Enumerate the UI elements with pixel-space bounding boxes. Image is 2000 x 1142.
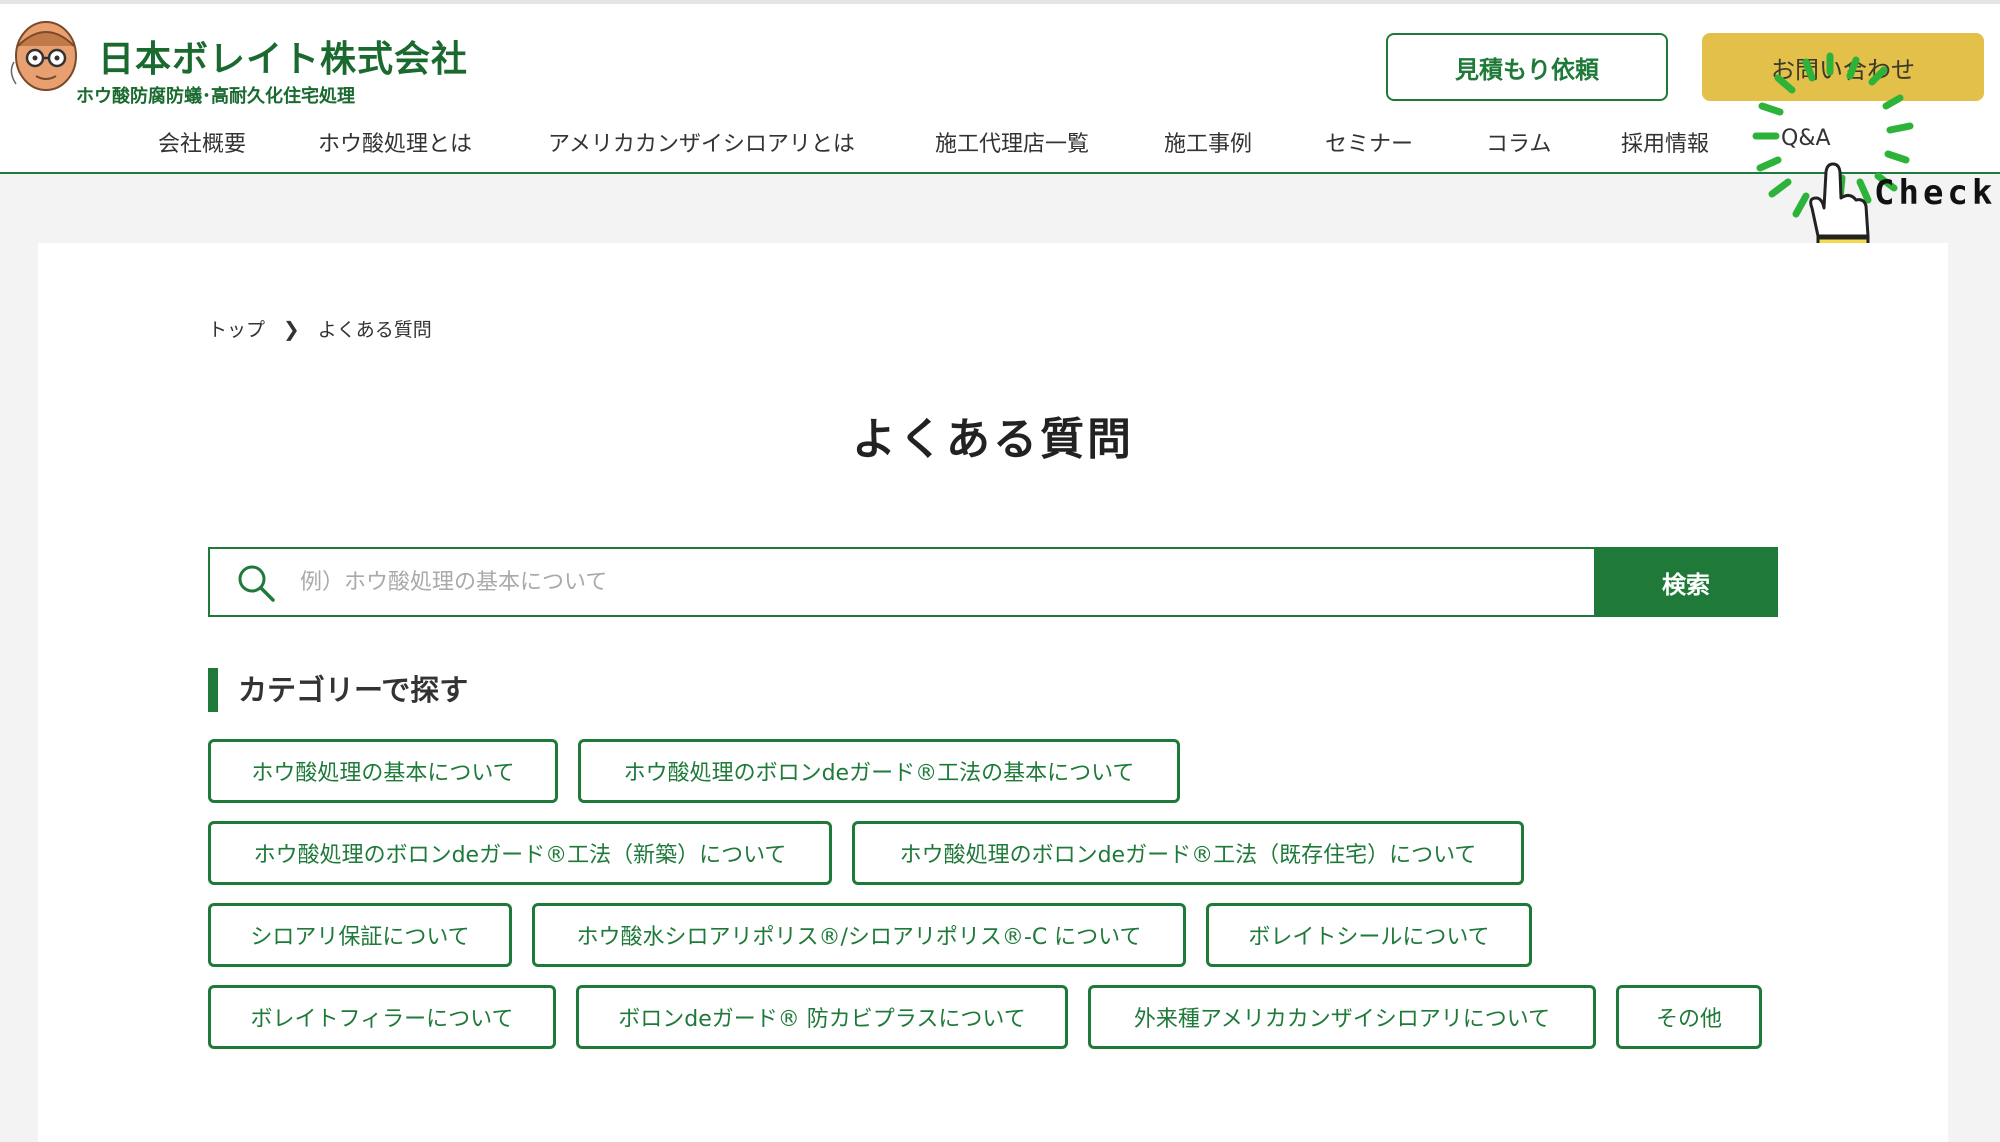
- site-header: 日本ボレイト株式会社 ホウ酸防腐防蟻･高耐久化住宅処理 見積もり依頼 お問い合わ…: [0, 4, 2000, 174]
- breadcrumb: トップ ❯ よくある質問: [208, 315, 432, 342]
- nav-item-column[interactable]: コラム: [1486, 126, 1551, 158]
- category-borate-seal[interactable]: ボレイトシールについて: [1206, 903, 1532, 967]
- category-drywood-termite[interactable]: 外来種アメリカカンザイシロアリについて: [1088, 985, 1596, 1049]
- mascot-icon: [10, 21, 77, 91]
- nav-item-cases[interactable]: 施工事例: [1164, 126, 1252, 158]
- search-input[interactable]: [300, 557, 1580, 607]
- estimate-request-button[interactable]: 見積もり依頼: [1386, 33, 1668, 101]
- nav-item-boric-acid[interactable]: ホウ酸処理とは: [318, 126, 472, 158]
- check-label: Check!: [1874, 173, 2000, 213]
- page-title: よくある質問: [852, 414, 1134, 465]
- pointer-hand-icon: [1809, 162, 1870, 238]
- category-borondeguard-new[interactable]: ホウ酸処理のボロンdeガード®工法（新築）について: [208, 821, 832, 885]
- search-icon: [238, 565, 275, 602]
- main-content: トップ ❯ よくある質問 よくある質問 検索 カテゴリーで探す ホウ酸処理の基本…: [38, 243, 1948, 1142]
- nav-item-company[interactable]: 会社概要: [158, 126, 246, 158]
- category-boric-basics[interactable]: ホウ酸処理の基本について: [208, 739, 558, 803]
- category-borondeguard-existing[interactable]: ホウ酸処理のボロンdeガード®工法（既存住宅）について: [852, 821, 1524, 885]
- category-borate-filler[interactable]: ボレイトフィラーについて: [208, 985, 556, 1049]
- main-nav: 会社概要 ホウ酸処理とは アメリカカンザイシロアリとは 施工代理店一覧 施工事例…: [0, 126, 2000, 166]
- nav-item-recruit[interactable]: 採用情報: [1621, 126, 1709, 158]
- search-button[interactable]: 検索: [1594, 547, 1778, 617]
- breadcrumb-current: よくある質問: [317, 319, 432, 341]
- nav-item-drywood-termite[interactable]: アメリカカンザイシロアリとは: [548, 126, 855, 158]
- breadcrumb-home[interactable]: トップ: [208, 315, 265, 342]
- nav-item-qa[interactable]: Q&A: [1781, 126, 1831, 151]
- search-box: 検索: [208, 547, 1778, 617]
- nav-item-agents[interactable]: 施工代理店一覧: [935, 126, 1089, 158]
- nav-item-seminar[interactable]: セミナー: [1325, 126, 1413, 158]
- site-logo[interactable]: 日本ボレイト株式会社 ホウ酸防腐防蟻･高耐久化住宅処理: [6, 16, 467, 107]
- contact-button[interactable]: お問い合わせ: [1702, 33, 1984, 101]
- category-termite-warranty[interactable]: シロアリ保証について: [208, 903, 512, 967]
- category-other[interactable]: その他: [1616, 985, 1762, 1049]
- chevron-right-icon: ❯: [283, 316, 300, 341]
- company-tagline: ホウ酸防腐防蟻･高耐久化住宅処理: [76, 86, 355, 107]
- company-name: 日本ボレイト株式会社: [98, 39, 469, 80]
- category-anti-mold-plus[interactable]: ボロンdeガード® 防カビプラスについて: [576, 985, 1068, 1049]
- category-borondeguard-basics[interactable]: ホウ酸処理のボロンdeガード®工法の基本について: [578, 739, 1180, 803]
- category-heading: カテゴリーで探す: [208, 668, 468, 712]
- category-termite-police[interactable]: ホウ酸水シロアリポリス®/シロアリポリス®-C について: [532, 903, 1186, 967]
